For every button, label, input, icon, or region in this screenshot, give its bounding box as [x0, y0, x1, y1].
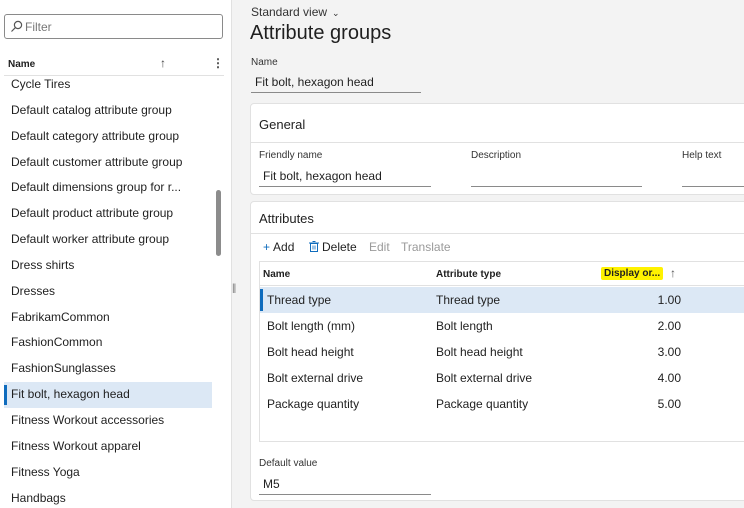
name-field-label: Name: [251, 57, 278, 68]
attributes-section: Attributes + Add Delete Edit Translate Na…: [250, 201, 744, 501]
translate-button[interactable]: Translate: [401, 240, 451, 254]
more-options-icon[interactable]: ⋮: [212, 56, 224, 70]
attribute-type-cell: Bolt external drive: [436, 371, 533, 385]
attribute-type-cell: Bolt head height: [436, 345, 523, 359]
view-selector[interactable]: Standard view ⌄: [251, 5, 340, 19]
list-item[interactable]: Dresses: [4, 279, 212, 305]
attribute-type-cell: Thread type: [436, 293, 501, 307]
attribute-name-cell: Bolt head height: [267, 345, 354, 359]
attribute-type-cell: Package quantity: [436, 397, 529, 411]
sort-ascending-icon[interactable]: ↑: [670, 266, 676, 280]
list-item[interactable]: Handbags: [4, 486, 212, 508]
page-title: Attribute groups: [250, 22, 392, 44]
name-field[interactable]: Fit bolt, hexagon head: [251, 71, 421, 93]
table-row[interactable]: Thread type Thread type 1.00: [260, 287, 744, 313]
attributes-section-title[interactable]: Attributes: [259, 211, 314, 226]
display-order-cell: 3.00: [657, 345, 681, 359]
list-item[interactable]: FashionSunglasses: [4, 356, 212, 382]
display-order-label: Display or...: [601, 267, 664, 280]
view-selector-label: Standard view: [251, 5, 328, 19]
name-column-header[interactable]: Name: [8, 59, 35, 70]
display-order-cell: 5.00: [657, 397, 681, 411]
description-field[interactable]: [471, 165, 642, 187]
attribute-name-cell: Package quantity: [267, 397, 360, 411]
list-item[interactable]: Default customer attribute group: [4, 150, 212, 176]
attributes-grid: Name Attribute type Display or... ↑ Thre…: [259, 261, 744, 442]
name-column-header[interactable]: Name: [263, 269, 290, 280]
display-order-cell: 2.00: [657, 319, 681, 333]
help-text-label: Help text: [682, 150, 722, 161]
table-row[interactable]: Bolt external drive Bolt external drive …: [260, 365, 744, 391]
display-order-column-header[interactable]: Display or...: [601, 267, 664, 280]
friendly-name-field[interactable]: Fit bolt, hexagon head: [259, 165, 431, 187]
section-divider: [251, 142, 744, 143]
trash-icon: [309, 241, 319, 252]
table-row[interactable]: Bolt length (mm) Bolt length 2.00: [260, 313, 744, 339]
filter-box[interactable]: [4, 14, 223, 39]
attribute-group-list-pane: Name ↑ ⋮ Cycle Tires Default catalog att…: [0, 0, 232, 508]
display-order-cell: 4.00: [657, 371, 681, 385]
list-item[interactable]: FabrikamCommon: [4, 305, 212, 331]
table-row[interactable]: Bolt head height Bolt head height 3.00: [260, 339, 744, 365]
list-item[interactable]: Default worker attribute group: [4, 227, 212, 253]
grid-header: Name Attribute type Display or... ↑: [260, 262, 744, 286]
sort-ascending-icon[interactable]: ↑: [160, 56, 166, 70]
search-icon: [11, 20, 23, 32]
section-divider: [251, 233, 744, 234]
table-row[interactable]: Package quantity Package quantity 5.00: [260, 391, 744, 417]
friendly-name-label: Friendly name: [259, 150, 323, 161]
default-value-label: Default value: [259, 458, 318, 469]
plus-icon: +: [263, 240, 271, 254]
general-section: General Friendly name Fit bolt, hexagon …: [250, 103, 744, 195]
list-item[interactable]: Fitness Yoga: [4, 460, 212, 486]
list-item[interactable]: Cycle Tires: [4, 72, 212, 98]
attribute-name-cell: Bolt length (mm): [267, 319, 356, 333]
display-order-cell: 1.00: [657, 293, 681, 307]
attribute-name-cell: Bolt external drive: [267, 371, 364, 385]
attribute-group-list: Cycle Tires Default catalog attribute gr…: [4, 72, 212, 508]
default-value-field[interactable]: M5: [259, 473, 431, 495]
description-label: Description: [471, 150, 522, 161]
attribute-type-column-header[interactable]: Attribute type: [436, 269, 501, 280]
list-item[interactable]: Fitness Workout accessories: [4, 408, 212, 434]
list-item[interactable]: Fitness Workout apparel: [4, 434, 212, 460]
list-item[interactable]: Dress shirts: [4, 253, 212, 279]
list-item[interactable]: Default product attribute group: [4, 201, 212, 227]
list-item-selected[interactable]: Fit bolt, hexagon head: [4, 382, 212, 408]
help-text-field[interactable]: [682, 165, 744, 187]
pane-splitter-handle[interactable]: ||: [232, 283, 236, 294]
attribute-type-cell: Bolt length: [436, 319, 493, 333]
attribute-name-cell: Thread type: [267, 293, 332, 307]
delete-button[interactable]: Delete: [309, 240, 357, 254]
list-scrollbar[interactable]: [216, 190, 221, 256]
add-button[interactable]: + Add: [263, 240, 294, 254]
list-item[interactable]: FashionCommon: [4, 330, 212, 356]
list-item[interactable]: Default dimensions group for r...: [4, 175, 212, 201]
edit-button[interactable]: Edit: [369, 240, 390, 254]
list-item[interactable]: Default catalog attribute group: [4, 98, 212, 124]
filter-input[interactable]: [25, 18, 215, 36]
general-section-title[interactable]: General: [259, 117, 305, 132]
list-item[interactable]: Default category attribute group: [4, 124, 212, 150]
chevron-down-icon: ⌄: [332, 8, 340, 18]
